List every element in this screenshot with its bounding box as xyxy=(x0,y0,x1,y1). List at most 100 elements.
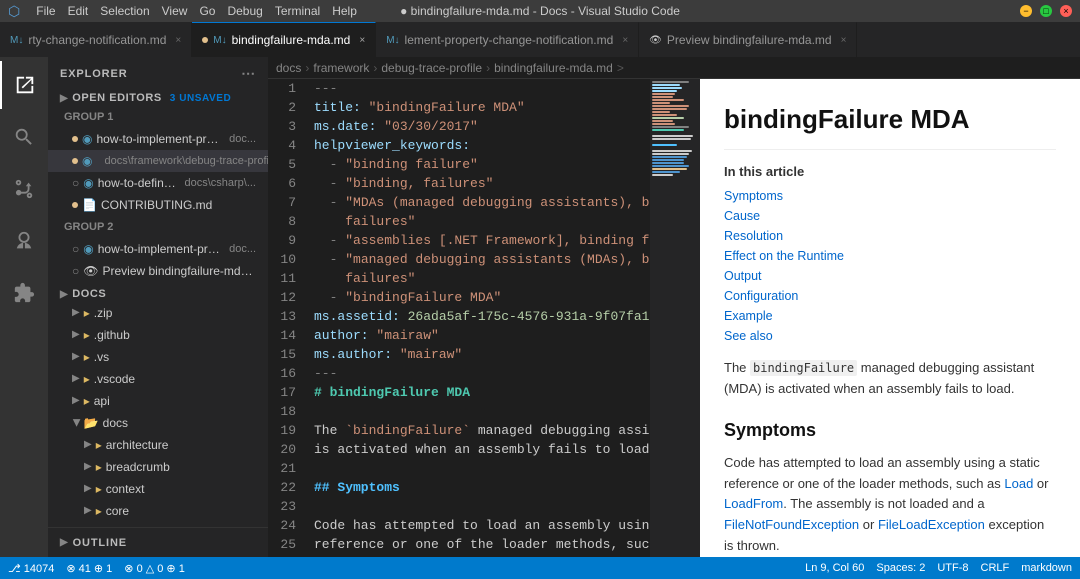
unmodified-dot-spacer: ○ xyxy=(72,261,79,281)
activity-extensions[interactable] xyxy=(0,269,48,317)
folder-context[interactable]: ▶▸ context xyxy=(48,478,268,500)
outline-section[interactable]: ▶ OUTLINE xyxy=(48,527,268,557)
open-editor-g2-item-1[interactable]: ○ 👁 Preview bindingfailure-mda.md xyxy=(48,260,268,282)
status-encoding[interactable]: UTF-8 xyxy=(937,562,968,574)
tab-label: rty-change-notification.md xyxy=(28,33,166,47)
toc-link-output[interactable]: Output xyxy=(724,266,1056,286)
activity-source-control[interactable] xyxy=(0,165,48,213)
folder-name: .github xyxy=(94,325,130,345)
caret-icon: ▶ xyxy=(72,303,80,323)
window-controls[interactable]: − □ × xyxy=(1020,5,1072,17)
fileload-link[interactable]: FileLoadException xyxy=(878,517,985,532)
tab-element-property[interactable]: M↓ lement-property-change-notification.m… xyxy=(376,22,639,57)
minimap-line xyxy=(652,96,673,98)
open-editor-g2-item-0[interactable]: ○ ◉ how-to-implement-property-change-not… xyxy=(48,238,268,260)
status-warnings[interactable]: ⊗ 0 △ 0 ⊕ 1 xyxy=(124,562,185,575)
toc-label: In this article xyxy=(724,162,1056,183)
line-numbers: 12345 678910 1112131415 1617181920 21222… xyxy=(268,79,312,557)
title-bar: ⬡ File Edit Selection View Go Debug Term… xyxy=(0,0,1080,22)
menu-go[interactable]: Go xyxy=(199,4,215,18)
open-editor-filename: how-to-implement-property-change-notific… xyxy=(98,239,221,259)
file-txt-icon: 📄 xyxy=(82,195,97,215)
toc-link-effect[interactable]: Effect on the Runtime xyxy=(724,246,1056,266)
menu-selection[interactable]: Selection xyxy=(100,4,149,18)
menu-edit[interactable]: Edit xyxy=(68,4,89,18)
maximize-button[interactable]: □ xyxy=(1040,5,1052,17)
code-line-17: # bindingFailure MDA xyxy=(312,383,642,402)
toc-link-resolution[interactable]: Resolution xyxy=(724,226,1056,246)
tab-preview[interactable]: 👁 Preview bindingfailure-mda.md × xyxy=(639,22,857,57)
code-lines[interactable]: --- title: "bindingFailure MDA" ms.date:… xyxy=(312,79,650,557)
folder-icon: ▸ xyxy=(84,303,90,323)
menu-view[interactable]: View xyxy=(162,4,188,18)
toc-link-symptoms[interactable]: Symptoms xyxy=(724,186,1056,206)
activity-debug[interactable] xyxy=(0,217,48,265)
folder-api[interactable]: ▶▸ api xyxy=(48,390,268,412)
tab-close-icon[interactable]: × xyxy=(622,35,628,46)
folder-github[interactable]: ▶▸ .github xyxy=(48,324,268,346)
open-editors-header[interactable]: ▶ OPEN EDITORS 3 UNSAVED xyxy=(48,90,268,106)
code-line-7: - "MDAs (managed debugging assistants), … xyxy=(312,193,642,212)
folder-breadcrumb[interactable]: ▶▸ breadcrumb xyxy=(48,456,268,478)
status-spaces[interactable]: Spaces: 2 xyxy=(876,562,925,574)
minimap-line xyxy=(652,84,680,86)
breadcrumb-file[interactable]: bindingfailure-mda.md xyxy=(494,61,613,75)
code-line-15: ms.author: "mairaw" xyxy=(312,345,642,364)
menu-debug[interactable]: Debug xyxy=(227,4,262,18)
code-line-24: Code has attempted to load an assembly u… xyxy=(312,516,642,535)
activity-bar xyxy=(0,57,48,557)
activity-search[interactable] xyxy=(0,113,48,161)
menu-help[interactable]: Help xyxy=(332,4,357,18)
caret-icon: ▶ xyxy=(84,501,92,521)
breadcrumb-debug[interactable]: debug-trace-profile xyxy=(381,61,482,75)
open-editor-item-1[interactable]: ◉ bindingfailure-mda.md docs\framework\d… xyxy=(48,150,268,172)
menu-terminal[interactable]: Terminal xyxy=(275,4,320,18)
open-editor-item-3[interactable]: 📄 CONTRIBUTING.md xyxy=(48,194,268,216)
status-line-ending[interactable]: CRLF xyxy=(981,562,1010,574)
tab-bindingfailure[interactable]: M↓ bindingfailure-mda.md × xyxy=(192,22,376,57)
tab-close-icon[interactable]: × xyxy=(841,35,847,46)
sidebar-ellipsis-icon[interactable]: ⋯ xyxy=(241,65,256,82)
folder-core[interactable]: ▶▸ core xyxy=(48,500,268,522)
loadfrom-link[interactable]: LoadFrom xyxy=(724,496,783,511)
minimize-button[interactable]: − xyxy=(1020,5,1032,17)
editor-content[interactable]: 12345 678910 1112131415 1617181920 21222… xyxy=(268,79,700,557)
activity-explorer[interactable] xyxy=(0,61,48,109)
folder-docs[interactable]: ▶📂 docs xyxy=(48,412,268,434)
menu-file[interactable]: File xyxy=(36,4,55,18)
toc-link-cause[interactable]: Cause xyxy=(724,206,1056,226)
code-line-25: reference or one of the loader methods, … xyxy=(312,535,642,554)
tab-close-icon[interactable]: × xyxy=(175,35,181,46)
menu-bar[interactable]: ⬡ File Edit Selection View Go Debug Term… xyxy=(8,3,357,20)
tab-close-icon[interactable]: × xyxy=(359,35,365,46)
folder-vscode[interactable]: ▶▸ .vscode xyxy=(48,368,268,390)
toc-link-seealso[interactable]: See also xyxy=(724,326,1056,346)
breadcrumb-docs[interactable]: docs xyxy=(276,61,301,75)
close-button[interactable]: × xyxy=(1060,5,1072,17)
breadcrumb-framework[interactable]: framework xyxy=(313,61,369,75)
folder-vs[interactable]: ▶▸ .vs xyxy=(48,346,268,368)
open-editor-item-2[interactable]: ○ ◉ how-to-define-value-equality-for-a-t… xyxy=(48,172,268,194)
minimap-line xyxy=(652,144,677,146)
code-editor[interactable]: 12345 678910 1112131415 1617181920 21222… xyxy=(268,79,700,557)
minimap-line xyxy=(652,117,684,119)
load-link[interactable]: Load xyxy=(1004,476,1033,491)
tab-icon-md: M↓ xyxy=(10,35,23,46)
toc-link-example[interactable]: Example xyxy=(724,306,1056,326)
folder-name: .vscode xyxy=(94,369,135,389)
docs-header[interactable]: ▶ DOCS xyxy=(48,286,268,302)
status-errors[interactable]: ⊗ 41 ⊕ 1 xyxy=(66,562,112,575)
folder-zip[interactable]: ▶▸ .zip xyxy=(48,302,268,324)
filenotfound-link[interactable]: FileNotFoundException xyxy=(724,517,859,532)
folder-name: .zip xyxy=(94,303,113,323)
status-language[interactable]: markdown xyxy=(1021,562,1072,574)
tab-rty-change[interactable]: M↓ rty-change-notification.md × xyxy=(0,22,192,57)
status-branch[interactable]: ⎇ 14074 xyxy=(8,562,54,575)
breadcrumb-sep-3: › xyxy=(486,61,490,75)
code-line-11: failures" xyxy=(312,269,642,288)
status-line-col[interactable]: Ln 9, Col 60 xyxy=(805,562,864,574)
open-editor-item-0[interactable]: ◉ how-to-implement-property-change-notif… xyxy=(48,128,268,150)
toc-link-configuration[interactable]: Configuration xyxy=(724,286,1056,306)
folder-architecture[interactable]: ▶▸ architecture xyxy=(48,434,268,456)
caret-icon: ▶ xyxy=(72,369,80,389)
